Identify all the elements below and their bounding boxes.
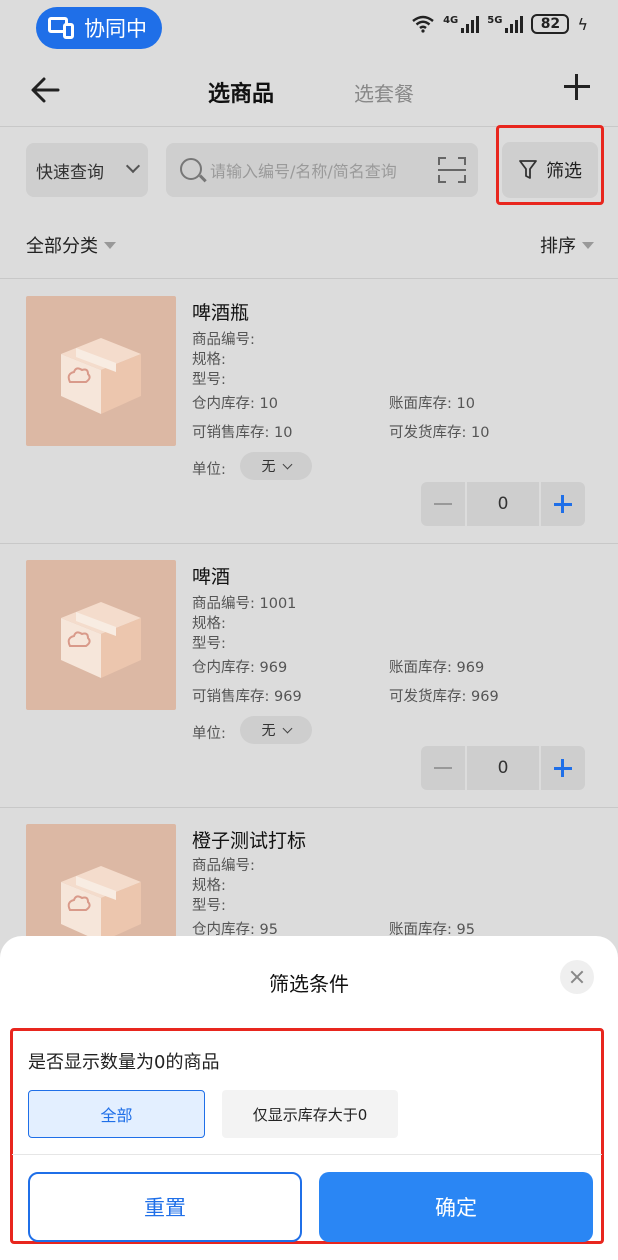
quick-query-label: 快速查询	[36, 162, 104, 183]
sellable-stock: 可销售库存: 10	[192, 425, 293, 441]
product-code: 商品编号: 1001	[192, 596, 297, 612]
divider	[12, 1154, 602, 1155]
close-icon[interactable]	[560, 960, 594, 994]
increment-button[interactable]	[541, 482, 585, 526]
category-dropdown[interactable]: 全部分类	[26, 232, 116, 258]
caret-down-icon	[582, 241, 594, 249]
add-icon[interactable]	[562, 72, 592, 102]
signal-4g-icon: 4G	[443, 15, 480, 33]
box-icon	[61, 338, 141, 414]
product-item[interactable]: 啤酒 商品编号: 1001 规格: 型号: 仓内库存: 969 账面库存: 96…	[0, 544, 618, 808]
decrement-button[interactable]	[421, 746, 465, 790]
increment-button[interactable]	[541, 746, 585, 790]
product-spec: 规格:	[192, 352, 226, 368]
back-arrow-icon[interactable]	[28, 72, 64, 108]
product-item[interactable]: 啤酒瓶 商品编号: 规格: 型号: 仓内库存: 10 账面库存: 10 可销售库…	[0, 280, 618, 544]
warehouse-stock: 仓内库存: 10	[192, 396, 278, 412]
quantity-value[interactable]: 0	[467, 746, 539, 790]
shippable-stock: 可发货库存: 10	[389, 425, 490, 441]
tab-select-package[interactable]: 选套餐	[354, 78, 414, 107]
filter-sheet: 筛选条件 是否显示数量为0的商品 全部 仅显示库存大于0 重置 确定	[0, 936, 618, 1260]
sort-label: 排序	[540, 236, 576, 257]
book-stock: 账面库存: 10	[389, 396, 475, 412]
sellable-stock: 可销售库存: 969	[192, 689, 302, 705]
status-bar: 协同中 4G 5G 82 ϟ	[0, 0, 618, 56]
search-icon	[180, 158, 202, 180]
search-input[interactable]: 请输入编号/名称/简名查询	[166, 143, 478, 197]
battery-icon: 82	[531, 14, 570, 34]
unit-select[interactable]: 无	[240, 716, 312, 744]
box-icon	[61, 602, 141, 678]
sync-label: 协同中	[84, 17, 147, 41]
confirm-button[interactable]: 确定	[319, 1172, 593, 1242]
minus-icon	[434, 766, 452, 770]
tab-select-product[interactable]: 选商品	[208, 76, 274, 108]
quantity-stepper: 0	[421, 482, 585, 526]
reset-button[interactable]: 重置	[28, 1172, 302, 1242]
scan-icon[interactable]	[438, 157, 466, 183]
filter-button[interactable]: 筛选	[502, 142, 598, 198]
sync-indicator[interactable]: 协同中	[36, 7, 162, 49]
quantity-value[interactable]: 0	[467, 482, 539, 526]
product-model: 型号:	[192, 898, 226, 914]
nav-bar: 选商品 选套餐	[0, 56, 618, 126]
zero-qty-question: 是否显示数量为0的商品	[28, 1052, 220, 1073]
product-model: 型号:	[192, 372, 226, 388]
unit-value: 无	[261, 459, 276, 475]
chevron-down-icon	[125, 158, 141, 174]
devices-icon	[48, 17, 74, 39]
chevron-down-icon	[282, 723, 292, 733]
chevron-down-icon	[282, 459, 292, 469]
search-placeholder: 请输入编号/名称/简名查询	[210, 162, 397, 181]
quantity-stepper: 0	[421, 746, 585, 790]
product-code: 商品编号:	[192, 332, 255, 348]
category-label: 全部分类	[26, 236, 98, 257]
funnel-icon	[519, 160, 537, 179]
unit-label: 单位:	[192, 462, 226, 478]
product-code: 商品编号:	[192, 858, 255, 874]
decrement-button[interactable]	[421, 482, 465, 526]
product-name: 橙子测试打标	[192, 830, 307, 852]
sort-dropdown[interactable]: 排序	[540, 232, 594, 258]
unit-label: 单位:	[192, 726, 226, 742]
caret-down-icon	[104, 241, 116, 249]
quick-query-dropdown[interactable]: 快速查询	[26, 143, 148, 197]
book-stock: 账面库存: 969	[389, 660, 485, 676]
shippable-stock: 可发货库存: 969	[389, 689, 499, 705]
minus-icon	[434, 502, 452, 506]
divider	[0, 278, 618, 279]
option-all-button[interactable]: 全部	[28, 1090, 205, 1138]
warehouse-stock: 仓内库存: 969	[192, 660, 288, 676]
sheet-title: 筛选条件	[269, 972, 349, 996]
filter-label: 筛选	[546, 161, 582, 182]
signal-5g-icon: 5G	[487, 15, 524, 33]
charging-icon: ϟ	[577, 14, 588, 34]
box-icon	[61, 866, 141, 942]
system-icons: 4G 5G 82 ϟ	[411, 14, 588, 34]
product-name: 啤酒瓶	[192, 302, 250, 324]
wifi-icon	[412, 15, 434, 33]
product-image	[26, 296, 176, 446]
product-model: 型号:	[192, 636, 226, 652]
product-image	[26, 560, 176, 710]
product-spec: 规格:	[192, 878, 226, 894]
product-spec: 规格:	[192, 616, 226, 632]
product-name: 啤酒	[192, 566, 231, 588]
unit-value: 无	[261, 723, 276, 739]
option-in-stock-button[interactable]: 仅显示库存大于0	[222, 1090, 398, 1138]
unit-select[interactable]: 无	[240, 452, 312, 480]
